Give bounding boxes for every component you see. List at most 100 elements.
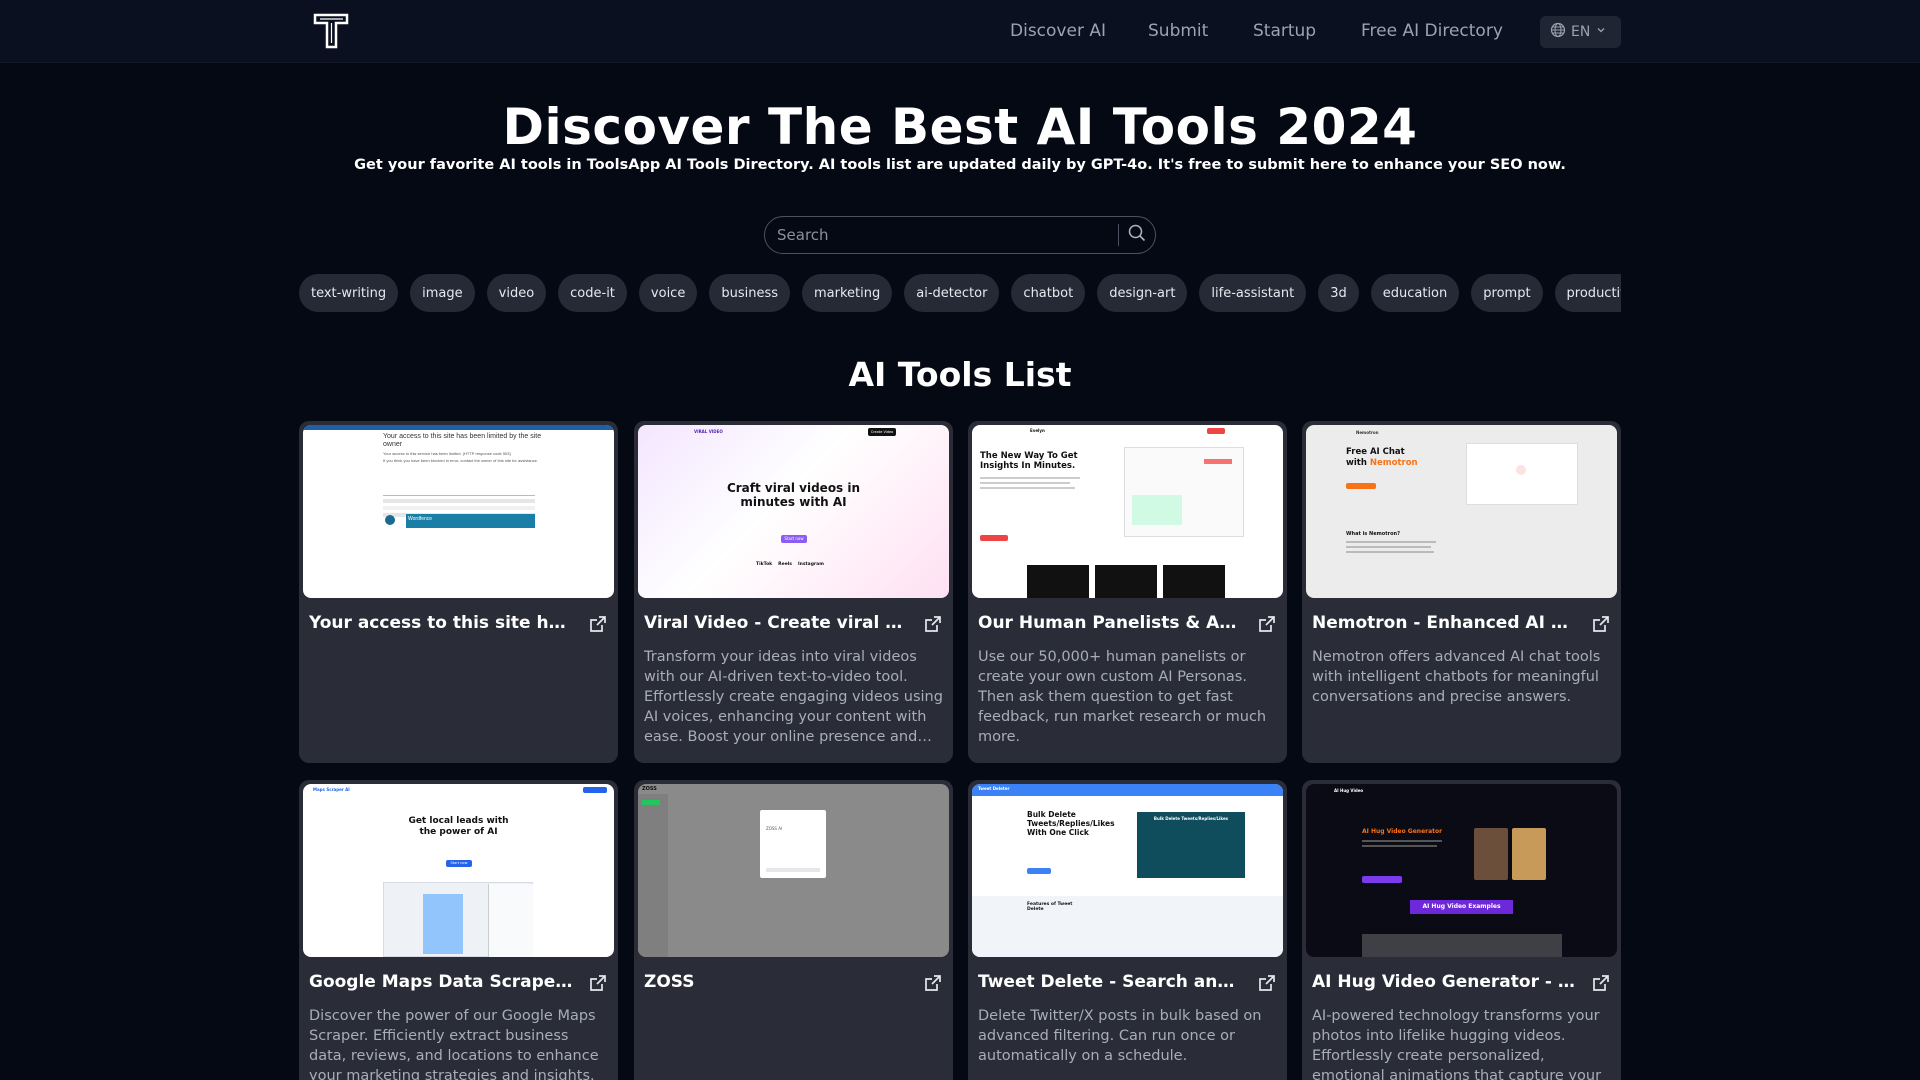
tool-description: Nemotron offers advanced AI chat tools w… [1312,649,1601,705]
tool-title[interactable]: Our Human Panelists & AI Personas [978,613,1242,633]
tag-ai-detector[interactable]: ai-detector [904,274,1000,312]
tag-image[interactable]: image [410,274,475,312]
thumb-brand: Nemotron [1356,430,1379,435]
tool-description: Use our 50,000+ human panelists or creat… [978,649,1267,745]
nav-free-ai-directory[interactable]: Free AI Directory [1361,21,1503,41]
thumb-examples: AI Hug Video Examples [1410,900,1513,914]
external-link-icon[interactable] [923,614,943,634]
tool-title[interactable]: Viral Video - Create viral videos in min… [644,613,908,633]
tag-prompt[interactable]: prompt [1471,274,1543,312]
thumb-features: Features of Tweet Delete [1027,902,1073,912]
thumb-heading: Free AI Chat with Nemotron [1346,447,1436,469]
thumb-heading: Get local leads with the power of AI [303,816,614,838]
thumb-logos: TikTok Reels Instagram [756,562,836,567]
toolsapp-logo-icon[interactable] [312,12,352,50]
tool-card[interactable]: Maps Scraper AI Get local leads with the… [299,780,618,1080]
tool-card[interactable]: VIRAL VIDEO Create Video Craft viral vid… [634,421,953,763]
tag-life-assistant[interactable]: life-assistant [1199,274,1307,312]
tool-screenshot: Tweet Deleter Bulk Delete Tweets/Replies… [972,784,1283,957]
thumb-brand: AI Hug Video [1334,788,1364,793]
external-link-icon[interactable] [1591,614,1611,634]
tool-card[interactable]: ZOSS ZOSS AI ZOSS [634,780,953,1080]
thumb-heading-line: minutes with AI [740,495,847,509]
thumb-nav-button: Create Video [868,428,896,436]
page-title: Discover The Best AI Tools 2024 [502,98,1418,156]
tag-marketing[interactable]: marketing [802,274,893,312]
thumb-video-tile [1095,565,1157,598]
thumb-table [488,884,533,957]
tool-card[interactable]: AI Hug Video AI Hug Video Generator AI H… [1302,780,1621,1080]
thumb-heading-line: Free AI Chat [1346,447,1405,457]
tag-3d[interactable]: 3d [1318,274,1359,312]
thumb-text-line [1346,546,1431,548]
tool-title[interactable]: Nemotron - Enhanced AI Chat Tools [1312,613,1576,633]
tool-card[interactable]: Tweet Deleter Bulk Delete Tweets/Replies… [968,780,1287,1080]
language-selector[interactable]: EN [1540,16,1621,48]
top-nav-bar: Discover AI Submit Startup Free AI Direc… [0,0,1920,63]
tool-title[interactable]: Your access to this site has been limite… [309,613,573,633]
category-tags: text-writing image video code-it voice b… [299,274,1621,312]
thumb-heading: Bulk Delete Tweets/Replies/Likes With On… [1027,810,1137,837]
tool-description: Delete Twitter/X posts in bulk based on … [978,1008,1262,1064]
external-link-icon[interactable] [1257,614,1277,634]
tag-code-it[interactable]: code-it [558,274,627,312]
thumb-section [972,896,1283,957]
search-button[interactable] [1119,217,1155,253]
thumb-badge: Wordfence [406,514,535,528]
search-input[interactable] [765,217,1118,253]
thumb-video-tile [1027,565,1089,598]
tool-title[interactable]: Tweet Delete - Search and Delete Tweets [978,972,1242,992]
tool-card[interactable]: Nemotron Free AI Chat with Nemotron What… [1302,421,1621,763]
thumb-text-line [980,482,1070,484]
tool-title[interactable]: Google Maps Data Scraper - Get local lea… [309,972,573,992]
tag-chatbot[interactable]: chatbot [1011,274,1086,312]
tag-voice[interactable]: voice [638,274,698,312]
nav-submit[interactable]: Submit [1148,21,1208,41]
tool-card[interactable]: Evelyn The New Way To Get Insights In Mi… [968,421,1287,763]
section-title: AI Tools List [848,355,1072,394]
thumb-heading-accent: Nemotron [1369,458,1418,468]
thumb-panel [1137,812,1245,878]
external-link-icon[interactable] [588,614,608,634]
tag-business[interactable]: business [709,274,790,312]
thumb-heading-line: Get local leads with [408,816,509,826]
thumb-text-line [980,487,1075,489]
nav-startup[interactable]: Startup [1253,21,1316,41]
tool-description: AI-powered technology transforms your ph… [1312,1008,1602,1080]
search-bar [764,216,1156,254]
thumb-photo [1512,828,1546,880]
thumb-text-line [1346,541,1436,543]
tool-title[interactable]: AI Hug Video Generator - Free AI Hug Vid… [1312,972,1576,992]
thumb-brand: Maps Scraper AI [313,787,350,792]
tag-text-writing[interactable]: text-writing [299,274,399,312]
thumb-panel [1132,495,1182,525]
thumb-heading-line: Tweets/Replies/Likes [1027,819,1115,828]
thumb-heading: The New Way To Get Insights In Minutes. [980,451,1100,471]
thumb-logo: Instagram [797,562,824,567]
tag-video[interactable]: video [486,274,547,312]
tool-screenshot: ZOSS ZOSS AI [638,784,949,957]
language-label: EN [1571,24,1591,40]
search-icon [1128,224,1146,246]
thumb-text: Your access to this service has been lim… [383,451,511,456]
thumb-cta [1027,868,1051,874]
tag-design-art[interactable]: design-art [1097,274,1188,312]
thumb-brand: Evelyn [1030,428,1045,433]
thumb-nav-button [1207,428,1225,434]
tool-card[interactable]: Your access to this site has been limite… [299,421,618,763]
tag-education[interactable]: education [1370,274,1460,312]
external-link-icon[interactable] [1591,973,1611,993]
tool-title[interactable]: ZOSS [644,972,908,992]
nav-discover-ai[interactable]: Discover AI [1010,21,1106,41]
thumb-modal-title: ZOSS AI [766,826,783,831]
tag-productivity[interactable]: productivity [1554,274,1621,312]
tool-description: Discover the power of our Google Maps Sc… [309,1008,599,1080]
tool-description: Transform your ideas into viral videos w… [644,649,943,745]
thumb-cta [1346,483,1376,489]
external-link-icon[interactable] [923,973,943,993]
thumb-heading-line: Craft viral videos in [726,481,861,495]
external-link-icon[interactable] [1257,973,1277,993]
external-link-icon[interactable] [588,973,608,993]
page-subtitle: Get your favorite AI tools in ToolsApp A… [354,157,1566,173]
thumb-examples-row [1362,934,1562,957]
